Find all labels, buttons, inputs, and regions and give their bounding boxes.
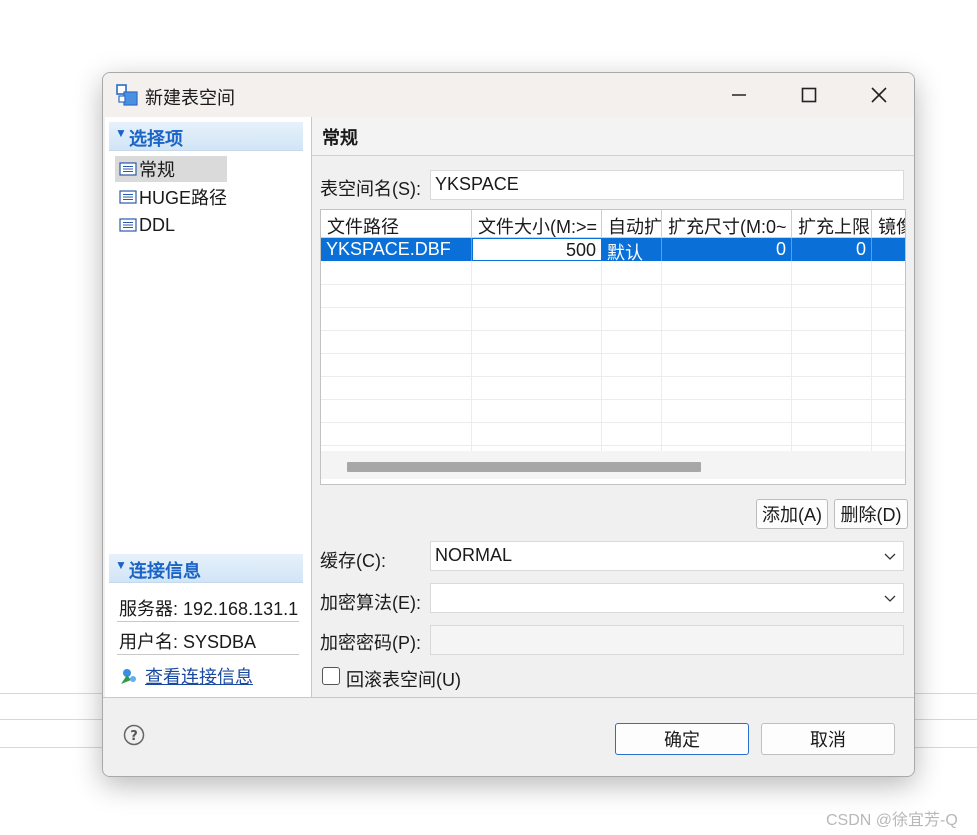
encrypt-pwd-input xyxy=(430,625,904,655)
delete-button[interactable]: 删除(D) xyxy=(834,499,908,529)
column-header-mirror[interactable]: 镜像 xyxy=(872,210,905,238)
cache-label: 缓存(C): xyxy=(320,551,386,571)
dialog-footer: ? 确定 取消 xyxy=(103,697,914,776)
nav-item-label: HUGE路径 xyxy=(139,188,228,208)
cancel-button[interactable]: 取消 xyxy=(761,723,895,755)
horizontal-scrollbar[interactable] xyxy=(321,451,905,479)
section-connection-header[interactable]: ▼ 连接信息 xyxy=(109,554,303,583)
svg-text:?: ? xyxy=(130,729,138,744)
column-header-size[interactable]: 文件大小(M:>= xyxy=(472,210,602,238)
window-title: 新建表空间 xyxy=(145,88,235,108)
grid-line xyxy=(321,376,905,377)
page-header: 常规 xyxy=(312,117,914,156)
chevron-down-icon xyxy=(884,595,896,602)
left-nav-pane: ▼ 选择项 常规 HUGE路径 DDL ▼ 连接信息 服务器: 192.168.… xyxy=(105,117,311,697)
page-icon xyxy=(119,218,137,232)
minimize-button[interactable] xyxy=(706,73,772,117)
add-button[interactable]: 添加(A) xyxy=(756,499,828,529)
grid-line xyxy=(661,261,662,451)
column-header-extend-size[interactable]: 扩充尺寸(M:0~ xyxy=(662,210,792,238)
rollback-checkbox[interactable] xyxy=(322,667,340,685)
grid-line xyxy=(321,284,905,285)
grid-line xyxy=(321,445,905,446)
column-header-autoextend[interactable]: 自动扩 xyxy=(602,210,662,238)
scrollbar-thumb[interactable] xyxy=(347,462,701,472)
view-connection-label: 查看连接信息 xyxy=(145,667,253,687)
nav-item-label: 常规 xyxy=(139,160,175,180)
title-bar[interactable]: 新建表空间 xyxy=(103,73,914,117)
nav-item-huge-path[interactable]: HUGE路径 xyxy=(115,184,227,210)
cache-select[interactable]: NORMAL xyxy=(430,541,904,571)
minimize-icon xyxy=(732,94,746,96)
table-cell-autoextend[interactable]: 默认 xyxy=(602,238,662,261)
encrypt-alg-label: 加密算法(E): xyxy=(320,593,421,613)
maximize-icon xyxy=(801,87,817,103)
close-button[interactable] xyxy=(846,73,912,117)
grid-line xyxy=(321,353,905,354)
section-options-header[interactable]: ▼ 选择项 xyxy=(109,122,303,151)
grid-line xyxy=(601,261,602,451)
general-page: 常规 表空间名(S): YKSPACE 文件路径 文件大小(M:>= 自动扩 扩… xyxy=(312,117,914,697)
server-info: 服务器: 192.168.131.1 xyxy=(119,599,299,619)
close-icon xyxy=(871,87,887,103)
connection-icon xyxy=(121,669,136,684)
grid-line xyxy=(791,261,792,451)
maximize-button[interactable] xyxy=(776,73,842,117)
grid-line xyxy=(871,261,872,451)
table-cell-extend-size[interactable]: 0 xyxy=(662,238,792,261)
nav-item-ddl[interactable]: DDL xyxy=(115,212,175,238)
tablespace-name-input[interactable]: YKSPACE xyxy=(430,170,904,200)
grid-line xyxy=(321,422,905,423)
cache-value: NORMAL xyxy=(435,545,513,565)
page-title: 常规 xyxy=(322,128,358,148)
encrypt-alg-select[interactable] xyxy=(430,583,904,613)
table-cell-path[interactable]: YKSPACE.DBF xyxy=(321,238,472,261)
chevron-down-icon xyxy=(884,553,896,560)
datafile-table[interactable]: 文件路径 文件大小(M:>= 自动扩 扩充尺寸(M:0~ 扩充上限 镜像 YKS… xyxy=(320,209,906,485)
tablespace-name-label: 表空间名(S): xyxy=(320,179,421,199)
column-header-extend-limit[interactable]: 扩充上限 xyxy=(792,210,872,238)
nav-item-general[interactable]: 常规 xyxy=(115,156,227,182)
app-icon xyxy=(116,84,138,106)
encrypt-pwd-label: 加密密码(P): xyxy=(320,633,421,653)
user-info: 用户名: SYSDBA xyxy=(119,632,257,652)
nav-item-label: DDL xyxy=(139,214,176,235)
grid-line xyxy=(321,307,905,308)
collapse-triangle-icon: ▼ xyxy=(115,126,127,140)
ok-button[interactable]: 确定 xyxy=(615,723,749,755)
grid-line xyxy=(321,399,905,400)
grid-line xyxy=(471,261,472,451)
divider xyxy=(117,654,299,655)
section-connection-label: 连接信息 xyxy=(129,561,201,581)
section-options-label: 选择项 xyxy=(129,129,183,149)
help-icon[interactable]: ? xyxy=(123,724,145,746)
table-cell-extend-limit[interactable]: 0 xyxy=(792,238,872,261)
watermark: CSDN @徐宜芳-Q xyxy=(826,812,958,829)
new-tablespace-dialog: 新建表空间 ▼ 选择项 常规 HUGE路径 DDL ▼ 连接信息 服务器: 19… xyxy=(102,72,915,777)
page-icon xyxy=(119,190,137,204)
divider xyxy=(117,621,299,622)
grid-line xyxy=(321,330,905,331)
rollback-label[interactable]: 回滚表空间(U) xyxy=(346,666,461,692)
table-cell-size[interactable]: 500 xyxy=(472,238,602,261)
collapse-triangle-icon: ▼ xyxy=(115,558,127,572)
page-icon xyxy=(119,162,137,176)
view-connection-link[interactable]: 查看连接信息 xyxy=(119,663,253,689)
column-header-path[interactable]: 文件路径 xyxy=(321,210,472,238)
